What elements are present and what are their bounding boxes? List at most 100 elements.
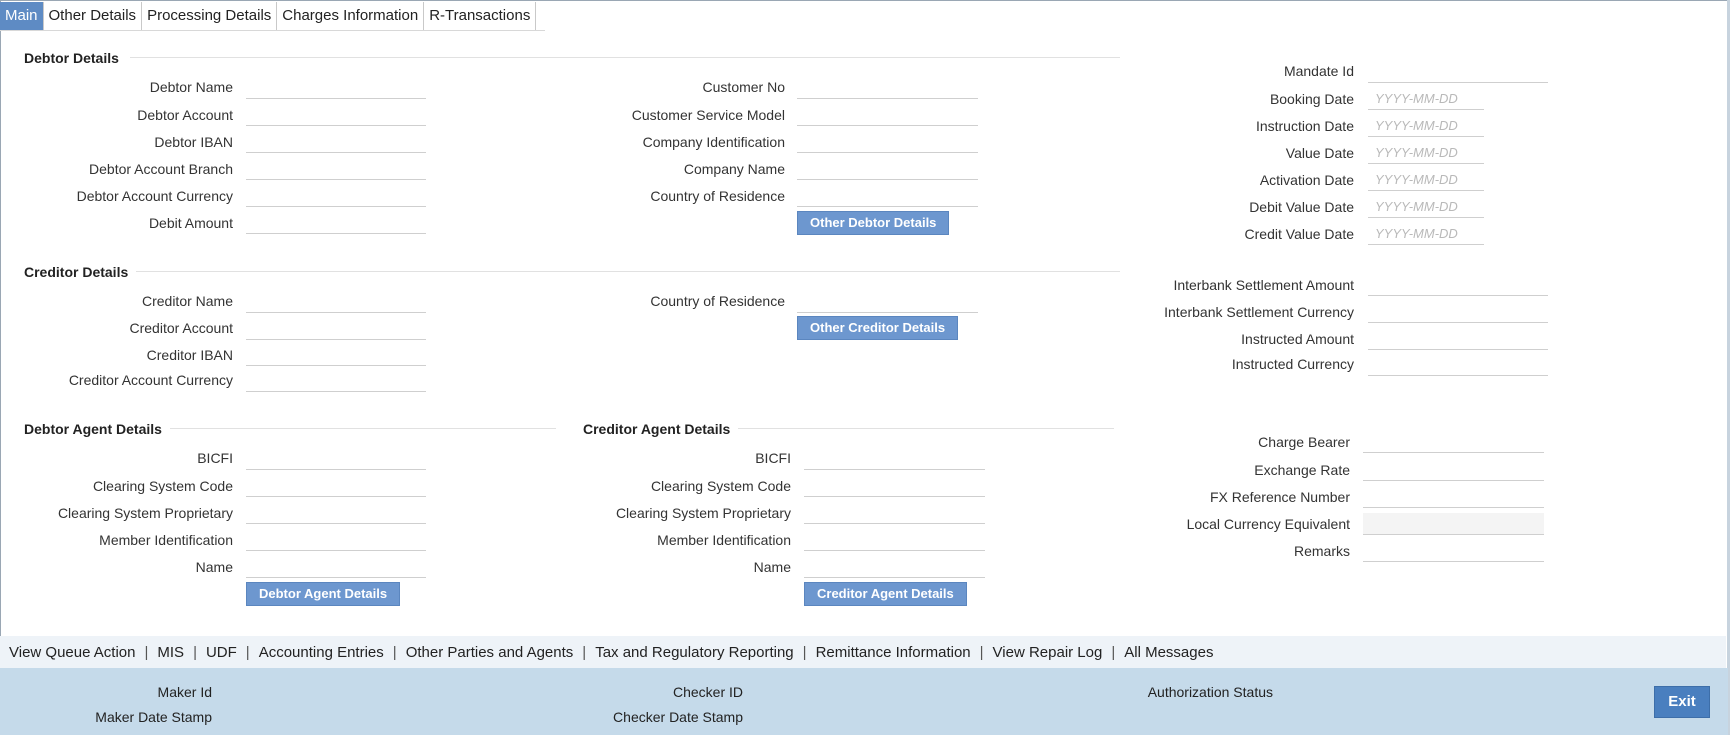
creditor-agent-member-id-input[interactable] bbox=[804, 529, 985, 551]
interbank-settlement-currency-input[interactable] bbox=[1368, 301, 1548, 323]
nav-udf[interactable]: UDF bbox=[197, 644, 246, 661]
activation-date-placeholder: YYYY-MM-DD bbox=[1375, 172, 1458, 187]
debit-value-date-input[interactable]: YYYY-MM-DD bbox=[1368, 196, 1484, 218]
nav-view-repair-log[interactable]: View Repair Log bbox=[984, 644, 1112, 661]
nav-mis[interactable]: MIS bbox=[148, 644, 193, 661]
creditor-agent-member-id-label: Member Identification bbox=[657, 532, 791, 548]
mandate-id-label: Mandate Id bbox=[1283, 63, 1354, 79]
nav-other-parties-and-agents[interactable]: Other Parties and Agents bbox=[397, 644, 583, 661]
other-creditor-details-button[interactable]: Other Creditor Details bbox=[797, 316, 959, 340]
customer-no-label: Customer No bbox=[702, 79, 785, 95]
debit-amount-input[interactable] bbox=[246, 212, 426, 234]
debtor-country-input[interactable] bbox=[797, 185, 978, 207]
creditor-account-currency-label: Creditor Account Currency bbox=[68, 372, 233, 388]
creditor-account-currency-input[interactable] bbox=[246, 370, 426, 392]
local-currency-equivalent-label: Local Currency Equivalent bbox=[1186, 516, 1350, 532]
instructed-currency-label: Instructed Currency bbox=[1231, 356, 1354, 372]
interbank-settlement-amount-label: Interbank Settlement Amount bbox=[1173, 277, 1354, 293]
tab-processing-details[interactable]: Processing Details bbox=[142, 2, 278, 30]
creditor-name-label: Creditor Name bbox=[141, 293, 233, 309]
value-date-input[interactable]: YYYY-MM-DD bbox=[1368, 142, 1484, 164]
nav-view-queue-action[interactable]: View Queue Action bbox=[0, 644, 144, 661]
tab-charges-information[interactable]: Charges Information bbox=[277, 2, 425, 30]
debtor-agent-member-id-input[interactable] bbox=[246, 529, 426, 551]
instruction-date-input[interactable]: YYYY-MM-DD bbox=[1368, 115, 1484, 137]
debtor-iban-input[interactable] bbox=[246, 131, 426, 153]
instructed-amount-input[interactable] bbox=[1368, 328, 1548, 350]
customer-service-model-label: Customer Service Model bbox=[631, 107, 785, 123]
charge-bearer-input[interactable] bbox=[1363, 431, 1544, 453]
instructed-currency-input[interactable] bbox=[1368, 354, 1548, 376]
debtor-account-input[interactable] bbox=[246, 104, 426, 126]
tab-other-details[interactable]: Other Details bbox=[44, 2, 143, 30]
debtor-agent-details-button[interactable]: Debtor Agent Details bbox=[246, 582, 401, 606]
creditor-agent-clearing-prop-input[interactable] bbox=[804, 502, 985, 524]
creditor-details-divider bbox=[136, 271, 1120, 272]
other-debtor-details-button[interactable]: Other Debtor Details bbox=[797, 211, 950, 235]
creditor-agent-name-input[interactable] bbox=[804, 556, 985, 578]
creditor-agent-details-button[interactable]: Creditor Agent Details bbox=[804, 582, 967, 606]
nav-remittance-information[interactable]: Remittance Information bbox=[807, 644, 980, 661]
nav-tax-and-regulatory-reporting[interactable]: Tax and Regulatory Reporting bbox=[586, 644, 802, 661]
tab-baseline bbox=[0, 30, 545, 31]
debtor-account-currency-input[interactable] bbox=[246, 185, 426, 207]
audit-footer: Maker Id Maker Date Stamp Checker ID Che… bbox=[0, 668, 1728, 735]
bottom-nav-bar: View Queue Action | MIS | UDF | Accounting … bbox=[0, 636, 1726, 668]
creditor-agent-bicfi-input[interactable] bbox=[804, 448, 985, 470]
tab-main[interactable]: Main bbox=[0, 2, 44, 30]
customer-service-model-input[interactable] bbox=[797, 104, 978, 126]
credit-value-date-input[interactable]: YYYY-MM-DD bbox=[1368, 223, 1484, 245]
company-name-input[interactable] bbox=[797, 158, 978, 180]
creditor-account-input[interactable] bbox=[246, 318, 426, 340]
booking-date-input[interactable]: YYYY-MM-DD bbox=[1368, 88, 1484, 110]
creditor-iban-input[interactable] bbox=[246, 344, 426, 366]
debtor-agent-bicfi-label: BICFI bbox=[197, 450, 233, 466]
tab-bar: Main Other Details Processing Details Ch… bbox=[0, 2, 537, 30]
maker-id-label: Maker Id bbox=[157, 684, 212, 700]
exchange-rate-input[interactable] bbox=[1363, 459, 1544, 481]
activation-date-input[interactable]: YYYY-MM-DD bbox=[1368, 169, 1484, 191]
debtor-agent-bicfi-input[interactable] bbox=[246, 448, 426, 470]
nav-accounting-entries[interactable]: Accounting Entries bbox=[250, 644, 393, 661]
creditor-agent-clearing-code-input[interactable] bbox=[804, 475, 985, 497]
debtor-agent-member-id-label: Member Identification bbox=[99, 532, 233, 548]
remarks-input[interactable] bbox=[1363, 540, 1544, 562]
company-identification-input[interactable] bbox=[797, 131, 978, 153]
nav-all-messages[interactable]: All Messages bbox=[1115, 644, 1222, 661]
customer-no-input[interactable] bbox=[797, 77, 978, 99]
credit-value-date-placeholder: YYYY-MM-DD bbox=[1375, 226, 1458, 241]
credit-value-date-label: Credit Value Date bbox=[1244, 226, 1354, 242]
exchange-rate-label: Exchange Rate bbox=[1254, 462, 1350, 478]
mandate-id-input[interactable] bbox=[1368, 61, 1548, 83]
creditor-name-input[interactable] bbox=[246, 291, 426, 313]
creditor-country-input[interactable] bbox=[797, 291, 978, 313]
debtor-agent-clearing-code-input[interactable] bbox=[246, 475, 426, 497]
debtor-account-currency-label: Debtor Account Currency bbox=[76, 188, 233, 204]
activation-date-label: Activation Date bbox=[1259, 172, 1354, 188]
fx-reference-number-input[interactable] bbox=[1363, 486, 1544, 508]
debtor-account-branch-input[interactable] bbox=[246, 158, 426, 180]
local-currency-equivalent-input bbox=[1363, 513, 1544, 535]
value-date-placeholder: YYYY-MM-DD bbox=[1375, 145, 1458, 160]
debtor-agent-clearing-prop-input[interactable] bbox=[246, 502, 426, 524]
debtor-details-title: Debtor Details bbox=[24, 50, 119, 66]
creditor-country-label: Country of Residence bbox=[650, 293, 785, 309]
creditor-agent-clearing-code-label: Clearing System Code bbox=[650, 478, 791, 494]
instruction-date-label: Instruction Date bbox=[1255, 118, 1354, 134]
debtor-agent-name-input[interactable] bbox=[246, 556, 426, 578]
instruction-date-placeholder: YYYY-MM-DD bbox=[1375, 118, 1458, 133]
charge-bearer-label: Charge Bearer bbox=[1258, 434, 1350, 450]
fx-reference-number-label: FX Reference Number bbox=[1209, 489, 1350, 505]
creditor-agent-divider bbox=[738, 428, 1114, 429]
checker-date-stamp-label: Checker Date Stamp bbox=[613, 709, 743, 725]
debtor-agent-details-title: Debtor Agent Details bbox=[24, 421, 162, 437]
debtor-agent-clearing-code-label: Clearing System Code bbox=[92, 478, 233, 494]
interbank-settlement-amount-input[interactable] bbox=[1368, 274, 1548, 296]
company-name-label: Company Name bbox=[683, 161, 785, 177]
debtor-name-input[interactable] bbox=[246, 77, 426, 99]
tab-r-transactions[interactable]: R-Transactions bbox=[424, 2, 537, 30]
exit-button[interactable]: Exit bbox=[1654, 686, 1710, 718]
debtor-details-divider bbox=[130, 57, 1120, 58]
checker-id-label: Checker ID bbox=[672, 684, 743, 700]
creditor-agent-details-title: Creditor Agent Details bbox=[583, 421, 731, 437]
